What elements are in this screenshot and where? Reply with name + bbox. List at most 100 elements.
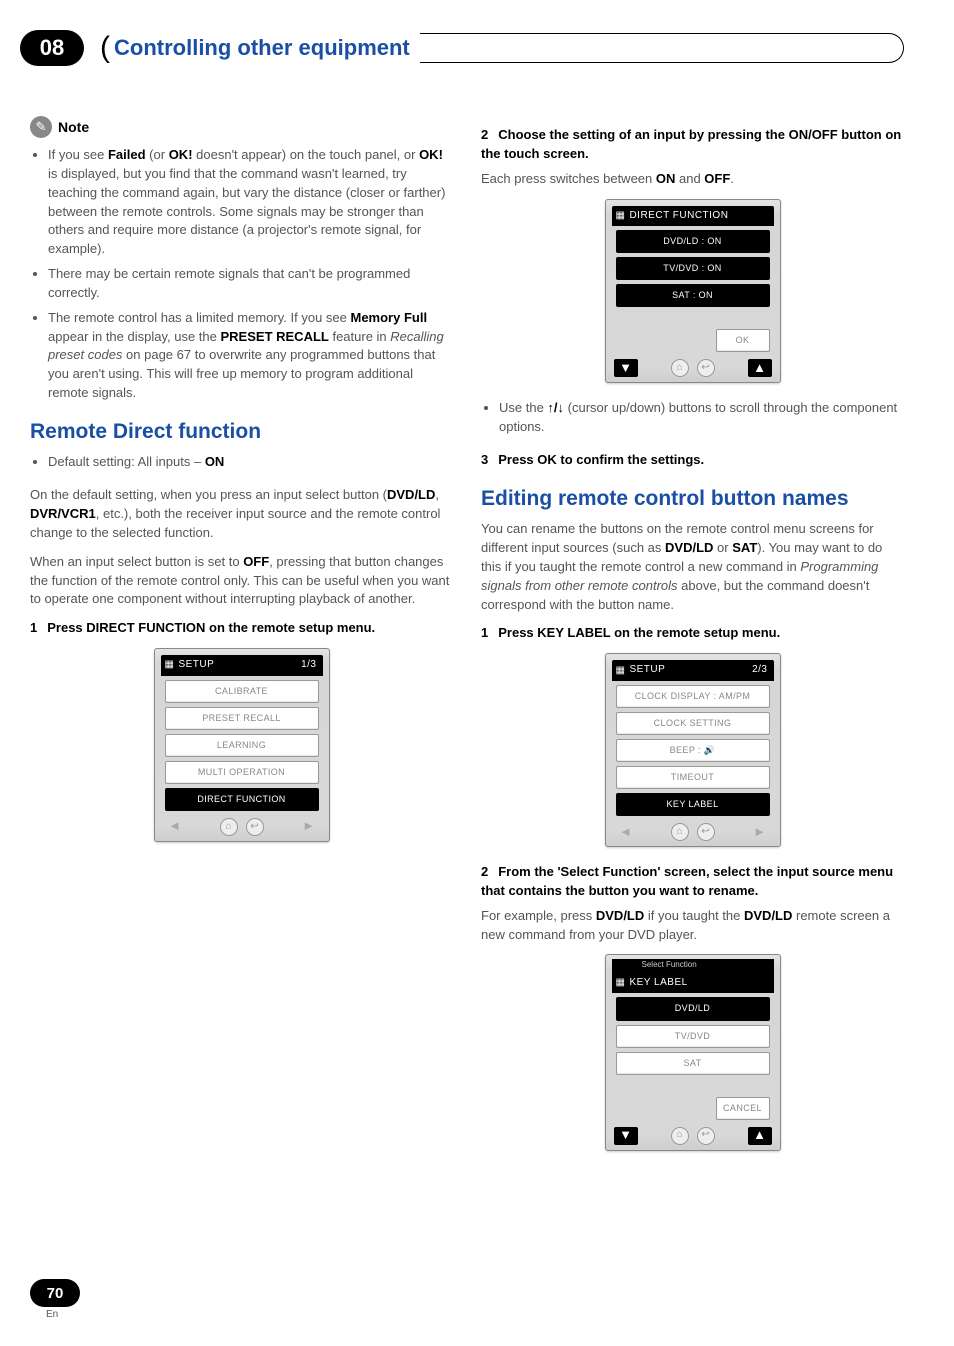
screen-page-indicator: 2/3 — [752, 663, 767, 678]
toggle-tv-dvd[interactable]: TV/DVD : ON — [616, 257, 770, 280]
pencil-icon: ✎ — [30, 116, 52, 138]
screen-title-bar: ▦ SETUP 2/3 — [612, 660, 774, 681]
nav-tip-list: Use the ↑/↓ (cursor up/down) buttons to … — [481, 399, 904, 437]
step-number: 1 — [481, 625, 488, 640]
nav-row: ◄ ⌂ ↩ ► — [612, 820, 774, 844]
text-bold: Memory Full — [351, 310, 428, 325]
device-icon: ▦ — [616, 666, 626, 676]
page-language: En — [46, 1309, 80, 1320]
header-title: Controlling other equipment — [114, 35, 410, 61]
ok-button[interactable]: OK — [716, 329, 770, 352]
note-item-2: There may be certain remote signals that… — [48, 265, 453, 303]
step-text: Press KEY LABEL on the remote setup menu… — [498, 625, 780, 640]
screen-title-bar: ▦ KEY LABEL — [612, 973, 774, 994]
text-bold: DVD/LD — [387, 487, 435, 502]
step-2: 2Choose the setting of an input by press… — [481, 126, 904, 164]
menu-item-timeout[interactable]: TIMEOUT — [616, 766, 770, 789]
text-bold: SAT — [732, 540, 757, 555]
screen-subtitle: Select Function — [612, 959, 774, 973]
beep-label: BEEP : 🔊 — [670, 745, 716, 755]
device-icon: ▦ — [165, 660, 175, 670]
default-setting-list: Default setting: All inputs – ON — [30, 453, 453, 472]
text: and — [675, 171, 704, 186]
text: On the default setting, when you press a… — [30, 487, 387, 502]
arrow-down-icon[interactable]: ▼ — [614, 359, 638, 377]
back-icon[interactable]: ↩ — [697, 359, 715, 377]
text: (or — [146, 147, 169, 162]
step-text: Press DIRECT FUNCTION on the remote setu… — [47, 620, 375, 635]
arrow-up-icon[interactable]: ▲ — [748, 359, 772, 377]
menu-item-calibrate[interactable]: CALIBRATE — [165, 680, 319, 703]
step-number: 2 — [481, 864, 488, 879]
paren-left: ( — [100, 31, 110, 65]
select-sat[interactable]: SAT — [616, 1052, 770, 1075]
nav-row: ▼ ⌂ ↩ ▲ — [612, 356, 774, 380]
left-column: ✎ Note If you see Failed (or OK! doesn't… — [30, 116, 453, 1167]
screen-page-indicator: 1/3 — [301, 658, 316, 673]
text-bold: DVR/VCR1 — [30, 506, 96, 521]
arrows-inline-icon: ↑/↓ — [547, 400, 564, 415]
menu-item-clock-setting[interactable]: CLOCK SETTING — [616, 712, 770, 735]
back-icon[interactable]: ↩ — [697, 1127, 715, 1145]
nav-tip: Use the ↑/↓ (cursor up/down) buttons to … — [499, 399, 904, 437]
home-icon[interactable]: ⌂ — [671, 1127, 689, 1145]
note-label: Note — [58, 117, 89, 137]
step-number: 1 — [30, 620, 37, 635]
menu-item-preset-recall[interactable]: PRESET RECALL — [165, 707, 319, 730]
text: The remote control has a limited memory.… — [48, 310, 351, 325]
step-text: Press OK to confirm the settings. — [498, 452, 704, 467]
arrow-up-icon[interactable]: ▲ — [748, 1127, 772, 1145]
menu-item-learning[interactable]: LEARNING — [165, 734, 319, 757]
arrow-right-icon[interactable]: ► — [748, 823, 772, 841]
text: When an input select button is set to — [30, 554, 243, 569]
screen-title-bar: ▦ SETUP 1/3 — [161, 655, 323, 676]
right-column: 2Choose the setting of an input by press… — [481, 116, 904, 1167]
step-text: From the 'Select Function' screen, selec… — [481, 864, 893, 898]
menu-item-key-label[interactable]: KEY LABEL — [616, 793, 770, 816]
note-item-1: If you see Failed (or OK! doesn't appear… — [48, 146, 453, 259]
text: If you see — [48, 147, 108, 162]
screen-title: DIRECT FUNCTION — [629, 209, 728, 224]
menu-item-multi-operation[interactable]: MULTI OPERATION — [165, 761, 319, 784]
text: Each press switches between — [481, 171, 656, 186]
toggle-dvd-ld[interactable]: DVD/LD : ON — [616, 230, 770, 253]
step-a1: 1 Press KEY LABEL on the remote setup men… — [481, 624, 904, 643]
toggle-sat[interactable]: SAT : ON — [616, 284, 770, 307]
arrow-right-icon[interactable]: ► — [297, 818, 321, 836]
paragraph: On the default setting, when you press a… — [30, 486, 453, 543]
note-heading: ✎ Note — [30, 116, 453, 138]
select-tv-dvd[interactable]: TV/DVD — [616, 1025, 770, 1048]
arrow-down-icon[interactable]: ▼ — [614, 1127, 638, 1145]
home-icon[interactable]: ⌂ — [671, 823, 689, 841]
device-icon: ▦ — [616, 978, 626, 988]
text-bold: ON — [656, 171, 676, 186]
screen-title: SETUP — [178, 658, 214, 673]
paragraph: When an input select button is set to OF… — [30, 553, 453, 610]
note-item-3: The remote control has a limited memory.… — [48, 309, 453, 403]
menu-item-clock-display[interactable]: CLOCK DISPLAY : AM/PM — [616, 685, 770, 708]
home-icon[interactable]: ⌂ — [220, 818, 238, 836]
select-dvd-ld[interactable]: DVD/LD — [616, 997, 770, 1020]
arrow-left-icon[interactable]: ◄ — [614, 823, 638, 841]
step-b2-subtext: For example, press DVD/LD if you taught … — [481, 907, 904, 945]
text: For example, press — [481, 908, 596, 923]
text: doesn't appear) on the touch panel, or — [193, 147, 420, 162]
text-bold: OK! — [169, 147, 193, 162]
screen-title: KEY LABEL — [629, 976, 687, 991]
cancel-button[interactable]: CANCEL — [716, 1097, 770, 1120]
back-icon[interactable]: ↩ — [697, 823, 715, 841]
home-icon[interactable]: ⌂ — [671, 359, 689, 377]
text-bold: DVD/LD — [596, 908, 644, 923]
arrow-left-icon[interactable]: ◄ — [163, 818, 187, 836]
text-bold: DVD/LD — [665, 540, 713, 555]
text-bold: OFF — [704, 171, 730, 186]
back-icon[interactable]: ↩ — [246, 818, 264, 836]
menu-item-beep[interactable]: BEEP : 🔊 — [616, 739, 770, 762]
text: if you taught the — [644, 908, 744, 923]
paragraph: You can rename the buttons on the remote… — [481, 520, 904, 614]
text-bold: PRESET RECALL — [221, 329, 329, 344]
text-bold: DVD/LD — [744, 908, 792, 923]
section-remote-direct-function: Remote Direct function — [30, 417, 453, 447]
remote-screen-key-label: Select Function ▦ KEY LABEL DVD/LD TV/DV… — [605, 954, 781, 1150]
menu-item-direct-function[interactable]: DIRECT FUNCTION — [165, 788, 319, 811]
